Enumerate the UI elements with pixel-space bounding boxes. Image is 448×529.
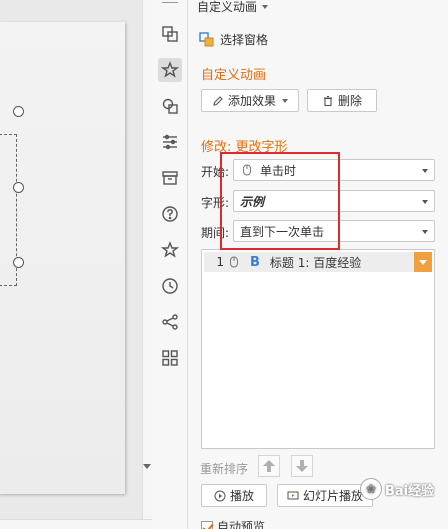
share-icon[interactable] <box>158 310 182 334</box>
slide-canvas <box>0 0 152 529</box>
auto-preview-label: 自动预览 <box>217 520 266 529</box>
chevron-down-icon <box>422 169 428 173</box>
scroll-down-arrow-icon[interactable] <box>143 464 151 469</box>
history-icon[interactable] <box>158 274 182 298</box>
animation-icon[interactable] <box>158 58 182 82</box>
delete-button[interactable]: 删除 <box>307 89 377 112</box>
reorder-label: 重新排序 <box>200 462 249 476</box>
mouse-icon <box>230 256 238 268</box>
selection-pane-icon <box>199 31 214 46</box>
help-icon[interactable] <box>158 202 182 226</box>
paw-logo-icon: ❀ <box>360 478 382 500</box>
star-icon[interactable] <box>158 238 182 262</box>
arrow-up-icon <box>263 460 275 472</box>
watermark: ❀ Bai经验 <box>360 478 434 500</box>
animation-list[interactable]: 1 B 标题 1: 百度经验 <box>201 249 435 449</box>
sliders-icon[interactable] <box>158 130 182 154</box>
move-up-button[interactable] <box>258 455 280 477</box>
replace-icon[interactable] <box>158 22 182 46</box>
chevron-down-icon <box>282 98 288 103</box>
add-effect-label: 添加效果 <box>227 94 276 108</box>
list-item-text: 标题 1: 百度经验 <box>269 255 362 270</box>
shapes-icon[interactable] <box>158 94 182 118</box>
selection-pane-button[interactable]: 选择窗格 <box>199 31 268 48</box>
play-button[interactable]: 播放 <box>201 484 267 507</box>
slideshow-label: 幻灯片播放 <box>302 489 363 503</box>
resize-handle-middle[interactable] <box>13 182 24 193</box>
list-item-number: 1 <box>216 255 224 269</box>
arrow-down-icon <box>296 460 308 472</box>
move-down-button[interactable] <box>291 455 313 477</box>
list-item[interactable]: 1 B 标题 1: 百度经验 <box>204 252 432 272</box>
slideshow-icon <box>287 491 299 499</box>
highlight-annotation <box>220 152 340 250</box>
play-icon <box>214 490 226 501</box>
chevron-down-icon <box>422 230 428 234</box>
chevron-down-icon <box>422 200 428 204</box>
custom-animation-panel: 自定义动画 选择窗格 自定义动画 添加效果 删除 修改: 更改字形 开始: 单击… <box>189 0 448 529</box>
slideshow-button[interactable]: 幻灯片播放 <box>277 484 373 507</box>
archive-icon[interactable] <box>158 166 182 190</box>
resize-handle-top[interactable] <box>13 106 24 117</box>
grid-icon[interactable] <box>158 346 182 370</box>
add-effect-button[interactable]: 添加效果 <box>201 89 299 112</box>
pencil-icon <box>213 95 223 106</box>
list-item-dropdown[interactable] <box>414 252 432 272</box>
chevron-down-icon <box>419 259 427 265</box>
delete-label: 删除 <box>337 94 362 108</box>
font-effect-icon: B <box>250 254 260 270</box>
panel-title[interactable]: 自定义动画 <box>197 0 269 15</box>
selection-pane-label: 选择窗格 <box>220 33 269 47</box>
vertical-scrollbar[interactable] <box>142 0 152 529</box>
horizontal-scrollbar[interactable] <box>0 519 152 529</box>
chevron-down-icon[interactable] <box>262 4 269 9</box>
trash-icon <box>323 95 332 106</box>
watermark-text: Bai经验 <box>385 483 435 499</box>
auto-preview-checkbox[interactable] <box>201 521 213 529</box>
side-toolbar <box>152 0 188 529</box>
play-label: 播放 <box>229 489 254 503</box>
section-title: 自定义动画 <box>201 68 267 83</box>
panel-title-text: 自定义动画 <box>197 0 258 14</box>
resize-handle-bottom[interactable] <box>13 257 24 268</box>
toolbar-grip <box>162 2 178 3</box>
